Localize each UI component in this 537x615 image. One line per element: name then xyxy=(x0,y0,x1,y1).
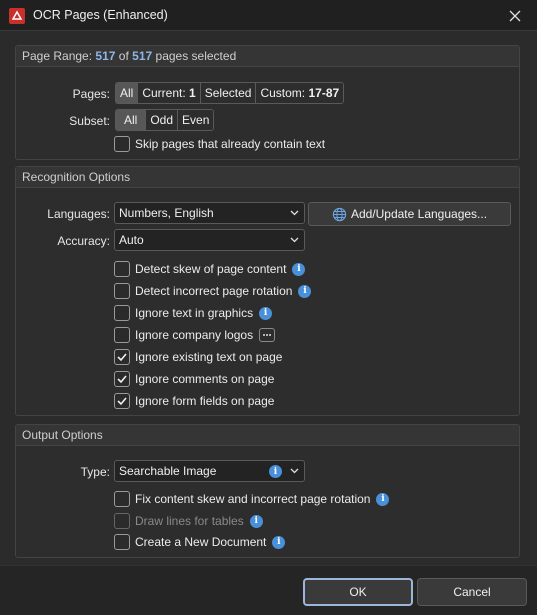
draw-lines-checkbox-row: Draw lines for tables i xyxy=(114,512,263,530)
checkmark-icon xyxy=(117,375,127,384)
create-new-document-checkbox[interactable] xyxy=(114,534,130,550)
subset-selector: All Odd Even xyxy=(115,109,215,131)
checkmark-icon xyxy=(117,397,127,406)
pages-custom-option[interactable]: Custom: 17-87 xyxy=(256,83,344,103)
type-label: Type: xyxy=(80,465,110,479)
fix-skew-checkbox-row[interactable]: Fix content skew and incorrect page rota… xyxy=(114,490,390,508)
close-icon xyxy=(509,10,521,21)
pages-selector: All Current: 1 Selected Custom: 17-87 xyxy=(115,82,345,104)
detect-rotation-checkbox-row[interactable]: Detect incorrect page rotation i xyxy=(114,282,312,300)
chevron-down-icon xyxy=(290,237,299,243)
ignore-comments-checkbox-row[interactable]: Ignore comments on page xyxy=(114,370,274,388)
detect-rotation-checkbox[interactable] xyxy=(114,283,130,299)
ignore-comments-checkbox[interactable] xyxy=(114,371,130,387)
ignore-existing-text-checkbox[interactable] xyxy=(114,349,130,365)
close-button[interactable] xyxy=(493,0,537,31)
ignore-graphics-text-checkbox-row[interactable]: Ignore text in graphics i xyxy=(114,304,273,322)
subset-odd-option[interactable]: Odd xyxy=(146,110,179,130)
info-icon[interactable]: i xyxy=(292,262,306,276)
pages-all-option[interactable]: All xyxy=(116,83,139,103)
selected-count: 517 xyxy=(95,49,116,63)
cancel-button[interactable]: Cancel xyxy=(417,578,527,606)
subset-label: Subset: xyxy=(69,114,110,128)
info-icon[interactable]: i xyxy=(376,492,390,506)
ignore-logos-checkbox-row[interactable]: Ignore company logos xyxy=(114,326,276,344)
more-icon[interactable] xyxy=(259,328,276,342)
ignore-existing-text-checkbox-row[interactable]: Ignore existing text on page xyxy=(114,348,282,366)
languages-label: Languages: xyxy=(47,207,110,221)
skip-pages-checkbox-row[interactable]: Skip pages that already contain text xyxy=(114,135,325,153)
subset-even-option[interactable]: Even xyxy=(178,110,214,130)
title-bar: OCR Pages (Enhanced) xyxy=(0,0,537,31)
ignore-form-fields-checkbox[interactable] xyxy=(114,393,130,409)
chevron-down-icon xyxy=(290,210,299,216)
skip-pages-checkbox[interactable] xyxy=(114,136,130,152)
recognition-options-header: Recognition Options xyxy=(16,167,519,188)
detect-skew-checkbox-row[interactable]: Detect skew of page content i xyxy=(114,260,306,278)
ignore-graphics-text-checkbox[interactable] xyxy=(114,305,130,321)
fix-skew-checkbox[interactable] xyxy=(114,491,130,507)
ignore-logos-checkbox[interactable] xyxy=(114,327,130,343)
info-icon[interactable]: i xyxy=(259,306,273,320)
globe-icon xyxy=(332,207,347,221)
pages-label: Pages: xyxy=(72,87,110,101)
accuracy-label: Accuracy: xyxy=(57,234,110,248)
ok-button[interactable]: OK xyxy=(303,578,413,606)
pages-current-option[interactable]: Current: 1 xyxy=(138,83,201,103)
pdf-app-icon xyxy=(9,8,25,24)
info-icon[interactable]: i xyxy=(269,465,282,478)
total-count: 517 xyxy=(132,49,153,63)
info-icon[interactable]: i xyxy=(249,514,263,528)
languages-dropdown[interactable]: Numbers, English xyxy=(114,202,305,224)
detect-skew-checkbox[interactable] xyxy=(114,261,130,277)
pages-selected-option[interactable]: Selected xyxy=(200,83,257,103)
ignore-form-fields-checkbox-row[interactable]: Ignore form fields on page xyxy=(114,392,274,410)
info-icon[interactable]: i xyxy=(272,535,286,549)
output-options-header: Output Options xyxy=(16,425,519,446)
draw-lines-checkbox xyxy=(114,513,130,529)
info-icon[interactable]: i xyxy=(298,284,312,298)
subset-all-option[interactable]: All xyxy=(116,110,147,130)
chevron-down-icon xyxy=(290,468,299,474)
create-new-document-checkbox-row[interactable]: Create a New Document i xyxy=(114,533,286,551)
output-type-dropdown[interactable]: Searchable Image i xyxy=(114,460,305,482)
accuracy-dropdown[interactable]: Auto xyxy=(114,229,305,251)
add-update-languages-button[interactable]: Add/Update Languages... xyxy=(308,202,511,226)
checkmark-icon xyxy=(117,353,127,362)
window-title: OCR Pages (Enhanced) xyxy=(33,8,168,22)
page-range-header: Page Range: 517 of 517 pages selected xyxy=(16,46,519,67)
